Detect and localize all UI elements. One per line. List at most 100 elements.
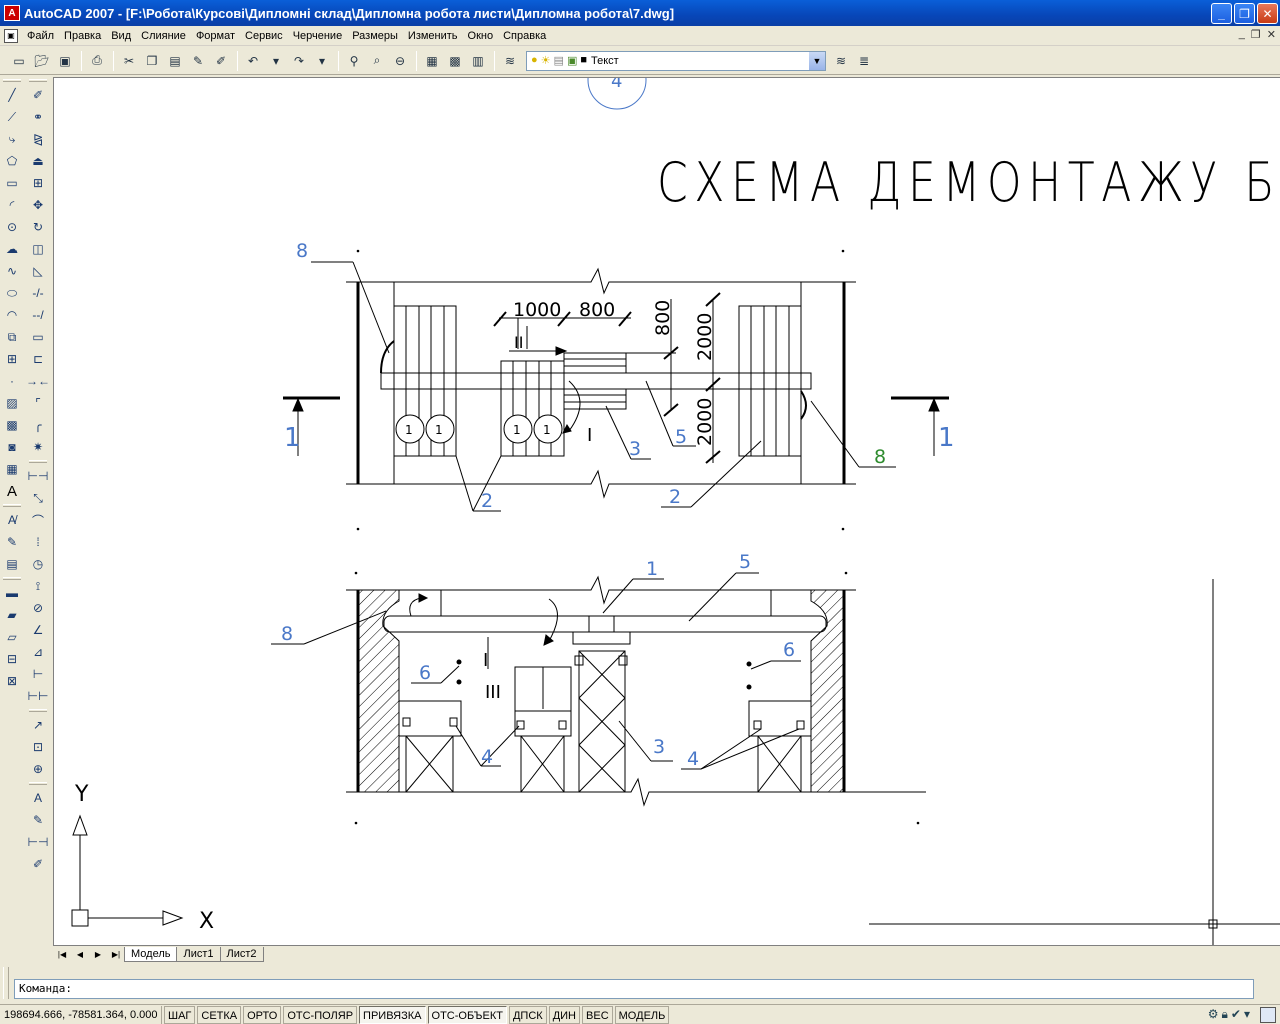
autocad-app-icon[interactable]: A	[4, 5, 20, 21]
command-window-grip[interactable]	[3, 967, 9, 999]
print-icon[interactable]: ⎙	[86, 50, 108, 72]
section-mark-left-label[interactable]: 1	[284, 423, 301, 453]
section-roman-numeral-1[interactable]: I	[483, 650, 488, 671]
redo-dropdown-icon[interactable]: ▾	[311, 50, 333, 72]
calculator-icon[interactable]: ▥	[467, 50, 489, 72]
previous-tab-button[interactable]: ◀	[71, 947, 89, 962]
revision-cloud-icon[interactable]: ☁	[1, 238, 23, 260]
polygon-icon[interactable]: ⬠	[1, 150, 23, 172]
copy-object-icon[interactable]: ⚭	[27, 106, 49, 128]
layer-tool-b-icon[interactable]: ▰	[1, 604, 23, 626]
continue-dimension-icon[interactable]: ⊢⊢	[27, 685, 49, 707]
section-callout-1[interactable]: 1	[646, 558, 658, 580]
tolerance-icon[interactable]: ⊡	[27, 736, 49, 758]
diameter-dimension-icon[interactable]: ⊘	[27, 597, 49, 619]
callout-2-left[interactable]: 2	[481, 490, 493, 512]
menu-window[interactable]: Окно	[463, 27, 499, 45]
last-tab-button[interactable]: ▶|	[107, 947, 125, 962]
scale-icon[interactable]: ◫	[27, 238, 49, 260]
brush-icon[interactable]: ✐	[210, 50, 232, 72]
callout-3[interactable]: 3	[629, 438, 641, 460]
aligned-dimension-icon[interactable]: ⤡	[27, 487, 49, 509]
section-callout-4-right[interactable]: 4	[687, 748, 699, 770]
open-icon[interactable]: 📂︎	[31, 50, 53, 72]
menu-merge[interactable]: Слияние	[136, 27, 191, 45]
multiline-text-icon[interactable]: A	[1, 480, 23, 502]
plan-roman-numeral-1[interactable]: I	[587, 425, 592, 446]
paste-icon[interactable]: ▤	[164, 50, 186, 72]
lineweight-toggle[interactable]: ВЕС	[582, 1005, 613, 1024]
text-properties-icon[interactable]: ▤	[1, 553, 23, 575]
maximize-button[interactable]: ❐	[1234, 3, 1255, 24]
reference-circle[interactable]: 4	[587, 78, 647, 110]
dynamic-ucs-toggle[interactable]: ДПСК	[508, 1005, 547, 1024]
zoom-previous-icon[interactable]: ⊖	[389, 50, 411, 72]
command-input[interactable]: Команда:	[14, 979, 1254, 999]
new-icon[interactable]: ▭	[8, 50, 30, 72]
roman-numeral-3[interactable]: III	[485, 682, 501, 703]
trim-icon[interactable]: -/-	[27, 282, 49, 304]
center-mark-icon[interactable]: ⊕	[27, 758, 49, 780]
circle-icon[interactable]: ⊙	[1, 216, 23, 238]
radius-dimension-icon[interactable]: ◷	[27, 553, 49, 575]
explode-icon[interactable]: ✷	[27, 436, 49, 458]
offset-icon[interactable]: ⏏	[27, 150, 49, 172]
section-callout-5[interactable]: 5	[739, 551, 751, 573]
layer-manager-icon[interactable]: ≋	[499, 50, 521, 72]
section-callout-4-left[interactable]: 4	[481, 746, 493, 768]
mdi-minimize-button[interactable]: _	[1239, 28, 1245, 41]
tab-model[interactable]: Модель	[124, 946, 178, 962]
menu-view[interactable]: Вид	[106, 27, 136, 45]
tab-layout2[interactable]: Лист2	[219, 946, 264, 962]
angular-dimension-icon[interactable]: ∠	[27, 619, 49, 641]
ordinate-dimension-icon[interactable]: ⁞	[27, 531, 49, 553]
dimension-edit-icon[interactable]: A	[27, 787, 49, 809]
copy-icon[interactable]: ❐	[141, 50, 163, 72]
menu-edit[interactable]: Правка	[59, 27, 106, 45]
redo-icon[interactable]: ↷	[288, 50, 310, 72]
model-space-toggle[interactable]: МОДЕЛЬ	[614, 1005, 670, 1024]
coordinates-readout[interactable]: 198694.666, -78581.364, 0.000	[0, 1005, 162, 1024]
section-callout-6-left[interactable]: 6	[419, 662, 431, 684]
leader-icon[interactable]: ↗	[27, 714, 49, 736]
save-icon[interactable]: ▣	[54, 50, 76, 72]
document-icon[interactable]: ▣	[4, 28, 18, 43]
section-callout-3[interactable]: 3	[653, 736, 665, 758]
layer-tool-c-icon[interactable]: ▱	[1, 626, 23, 648]
first-tab-button[interactable]: |◀	[53, 947, 71, 962]
erase-icon[interactable]: ✐	[27, 84, 49, 106]
chamfer-icon[interactable]: ⌜	[27, 392, 49, 414]
plan-view[interactable]	[283, 249, 949, 531]
grid-toggle[interactable]: СЕТКА	[197, 1005, 242, 1024]
polar-tracking-toggle[interactable]: ОТС-ПОЛЯР	[283, 1005, 358, 1024]
ellipse-arc-icon[interactable]: ◠	[1, 304, 23, 326]
text-style-icon[interactable]: A̸	[1, 509, 23, 531]
rectangle-icon[interactable]: ▭	[1, 172, 23, 194]
extend-icon[interactable]: --/	[27, 304, 49, 326]
minimize-button[interactable]: _	[1211, 3, 1232, 24]
menu-tools[interactable]: Сервис	[240, 27, 288, 45]
layer-tool-e-icon[interactable]: ⊠	[1, 670, 23, 692]
linear-dimension-icon[interactable]: ⊢⊣	[27, 465, 49, 487]
dynamic-input-toggle[interactable]: ДИН	[548, 1005, 581, 1024]
cut-icon[interactable]: ✂	[118, 50, 140, 72]
chevron-down-icon[interactable]: ▼	[809, 51, 825, 70]
region-icon[interactable]: ◙	[1, 436, 23, 458]
mdi-restore-button[interactable]: ❐	[1251, 28, 1261, 41]
line-icon[interactable]: ╱	[1, 84, 23, 106]
roman-numeral-2[interactable]: II	[514, 333, 523, 352]
drawing-title[interactable]: СХЕМА ДЕМОНТАЖУ Б	[657, 151, 1280, 214]
layer-tool-d-icon[interactable]: ⊟	[1, 648, 23, 670]
menu-format[interactable]: Формат	[191, 27, 240, 45]
ellipse-icon[interactable]: ⬭	[1, 282, 23, 304]
callout-8-right[interactable]: 8	[874, 446, 886, 468]
mdi-close-button[interactable]: ✕	[1267, 28, 1276, 41]
cad-standards-icon[interactable]: ✔	[1231, 1007, 1241, 1022]
hatch-icon[interactable]: ▨	[1, 392, 23, 414]
toolbar-lock-icon[interactable]: 🔒︎	[1222, 1007, 1228, 1022]
make-block-icon[interactable]: ⊞	[1, 348, 23, 370]
menu-dimension[interactable]: Размеры	[347, 27, 403, 45]
spline-icon[interactable]: ∿	[1, 260, 23, 282]
arc-icon[interactable]: ◜	[1, 194, 23, 216]
properties-icon[interactable]: ▦	[421, 50, 443, 72]
